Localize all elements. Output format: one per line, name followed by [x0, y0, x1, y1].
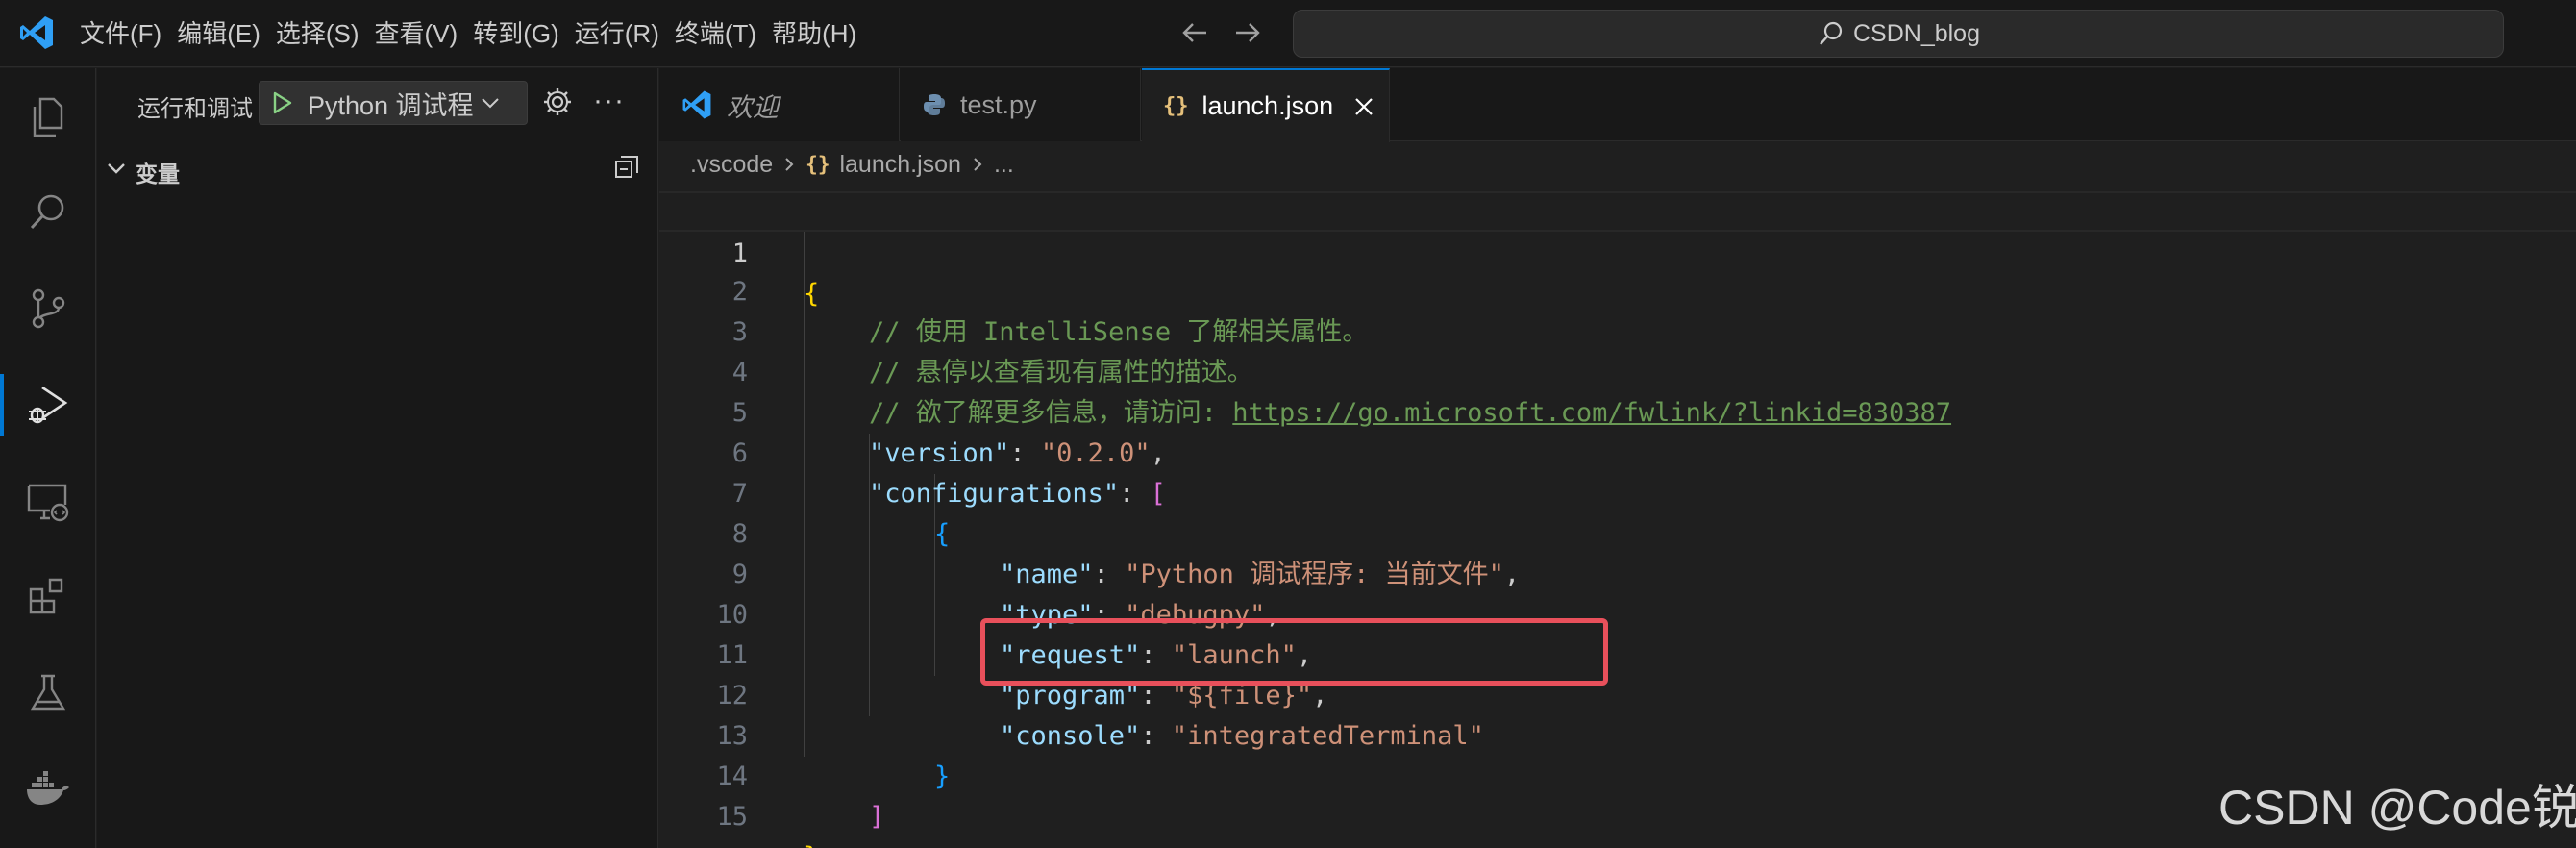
activity-source-control[interactable]	[0, 261, 96, 357]
activity-testing[interactable]	[0, 645, 96, 741]
tab-launch-json[interactable]: {} launch.json	[1142, 68, 1390, 142]
tab-label: test.py	[960, 89, 1037, 119]
extensions-icon	[29, 578, 63, 614]
close-icon[interactable]	[1352, 95, 1375, 118]
docker-icon	[27, 771, 69, 805]
chevron-down-icon	[108, 163, 125, 174]
code-line: 8 "name": "Python 调试程序: 当前文件",	[659, 474, 2576, 589]
breadcrumb-file[interactable]: launch.json	[839, 151, 960, 179]
tab-test-py[interactable]: test.py	[901, 68, 1141, 141]
code-line: 12 "console": "integratedTerminal"	[659, 636, 2576, 751]
activity-extensions[interactable]	[0, 549, 96, 645]
line-number: 15	[716, 802, 748, 832]
chevron-right-icon	[974, 158, 982, 171]
sidebar-run-debug: 运行和调试 Python 调试程 ··· 变量	[97, 68, 658, 848]
variables-section-title: 变量	[136, 162, 180, 187]
breadcrumb: .vscode {} launch.json ...	[690, 145, 1014, 184]
code-line: 4 // 欲了解更多信息，请访问: https://go.microsoft.c…	[659, 312, 2576, 428]
code-line: 2 // 使用 IntelliSense 了解相关属性。	[659, 232, 2576, 347]
json-icon: {}	[1163, 94, 1189, 118]
command-center-search[interactable]: CSDN_blog	[1293, 10, 2504, 58]
vscode-icon	[682, 90, 711, 119]
menu-help[interactable]: 帮助(H)	[765, 12, 863, 55]
tab-welcome[interactable]: 欢迎	[659, 68, 900, 141]
watermark: CSDN @Code锐	[2218, 781, 2576, 835]
debug-config-dropdown[interactable]: Python 调试程	[259, 81, 528, 125]
code-line: 3 // 悬停以查看现有属性的描述。	[659, 272, 2576, 387]
command-center-text: CSDN_blog	[1852, 19, 1980, 47]
menu-edit[interactable]: 编辑(E)	[170, 12, 267, 55]
variables-section-header[interactable]: 变量	[97, 145, 657, 191]
code-line: 14 ]	[659, 716, 2576, 832]
python-icon	[924, 94, 945, 115]
code-line: 9 "type": "debugpy",	[659, 514, 2576, 630]
more-actions-icon[interactable]: ···	[593, 87, 625, 115]
code-line: 11 "program": "${file}",	[659, 595, 2576, 711]
highlight-annotation-box	[980, 618, 1608, 686]
menu-bar: 文件(F) 编辑(E) 选择(S) 查看(V) 转到(G) 运行(R) 终端(T…	[73, 0, 865, 67]
menu-run[interactable]: 运行(R)	[568, 12, 666, 55]
breadcrumb-more[interactable]: ...	[994, 151, 1014, 179]
activity-explorer[interactable]	[0, 68, 96, 164]
search-icon	[30, 194, 64, 230]
arrow-right-icon[interactable]	[1230, 15, 1265, 50]
activity-docker[interactable]	[0, 741, 96, 837]
menu-file[interactable]: 文件(F)	[73, 12, 168, 55]
start-debugging-icon[interactable]	[269, 90, 294, 115]
activity-remote-explorer[interactable]	[0, 453, 96, 549]
chevron-down-icon	[482, 98, 499, 109]
code-line: 6 "configurations": [	[659, 393, 2576, 509]
json-icon: {}	[805, 153, 830, 176]
vscode-logo-icon	[20, 16, 53, 49]
debug-config-label: Python 调试程	[308, 90, 474, 120]
remote-explorer-icon	[27, 484, 69, 522]
menu-terminal[interactable]: 终端(T)	[668, 12, 763, 55]
testing-icon	[30, 674, 66, 711]
collapse-all-icon[interactable]	[612, 153, 641, 182]
source-control-icon	[32, 288, 65, 329]
gear-icon[interactable]	[541, 86, 574, 118]
tab-label: 欢迎	[727, 92, 779, 122]
activity-search[interactable]	[0, 164, 96, 261]
code-line: 5 "version": "0.2.0",	[659, 353, 2576, 468]
run-debug-icon	[29, 386, 68, 424]
menu-go[interactable]: 转到(G)	[466, 12, 566, 55]
arrow-left-icon[interactable]	[1177, 15, 1212, 50]
title-bar: 文件(F) 编辑(E) 选择(S) 查看(V) 转到(G) 运行(R) 终端(T…	[0, 0, 2576, 67]
activity-run-debug[interactable]	[0, 357, 96, 453]
search-icon	[1820, 21, 1843, 45]
menu-view[interactable]: 查看(V)	[368, 12, 465, 55]
chevron-right-icon	[785, 158, 794, 171]
code-line: 1 {	[659, 191, 2576, 309]
sidebar-title: 运行和调试	[137, 96, 253, 122]
menu-selection[interactable]: 选择(S)	[269, 12, 366, 55]
code-line: 10 "request": "launch",	[659, 555, 2576, 670]
editor-tabs: 欢迎 test.py {} launch.json	[659, 68, 2576, 142]
code-line: 7 {	[659, 434, 2576, 549]
tab-label: launch.json	[1201, 91, 1334, 120]
editor-area: 欢迎 test.py {} launch.json .vscode {} lau…	[659, 68, 2576, 848]
code-line: 13 }	[659, 676, 2576, 791]
explorer-icon	[33, 97, 63, 137]
activity-bar	[0, 68, 96, 848]
breadcrumb-folder[interactable]: .vscode	[690, 151, 773, 179]
